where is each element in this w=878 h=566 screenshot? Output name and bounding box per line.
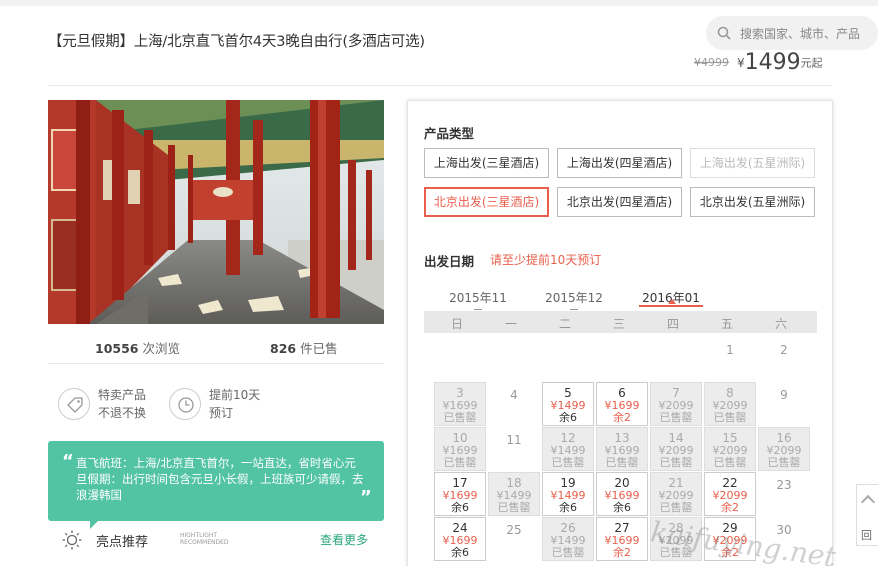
calendar-day-20[interactable]: 20 ¥1699 余6 bbox=[596, 472, 648, 516]
weekday-sun: 日 bbox=[450, 317, 463, 331]
active-month-underline bbox=[639, 305, 703, 307]
view-more-link[interactable]: 查看更多 bbox=[320, 531, 368, 548]
calendar-day-10: 10 ¥1699 已售罄 bbox=[434, 427, 486, 471]
search-box[interactable]: 搜索国家、城市、产品 bbox=[706, 16, 878, 50]
product-type-label: 产品类型 bbox=[424, 126, 475, 141]
calendar-day-21: 21 ¥2099 已售罄 bbox=[650, 472, 702, 516]
calendar-day-1: 1 bbox=[726, 343, 734, 357]
sold-count: 826 件已售 bbox=[270, 341, 338, 356]
calendar-day-16: 16 ¥2099 已售罄 bbox=[758, 427, 810, 471]
calendar-day-23: 23 bbox=[776, 478, 792, 492]
weekday-header: 日 一 二 三 四 五 六 bbox=[424, 311, 817, 333]
calendar-day-15: 15 ¥2099 已售罄 bbox=[704, 427, 756, 471]
option-bj-4star[interactable]: 北京出发(四星酒店) bbox=[557, 187, 682, 217]
price-block: ¥4999 ¥1499元起 bbox=[694, 50, 823, 75]
currency-symbol: ¥ bbox=[737, 55, 745, 70]
highlight-title: 亮点推荐 bbox=[96, 535, 149, 550]
calendar-day-7: 7 ¥2099 已售罄 bbox=[650, 382, 702, 426]
tab-month-2015-12[interactable]: 2015年12 bbox=[542, 289, 606, 310]
clock-icon bbox=[169, 388, 201, 420]
calendar-day-9: 9 bbox=[780, 388, 788, 402]
calendar-day-6[interactable]: 6 ¥1699 余2 bbox=[596, 382, 648, 426]
arrow-up-icon bbox=[860, 494, 876, 510]
current-price: 1499 bbox=[744, 50, 801, 75]
calendar-day-22[interactable]: 22 ¥2099 余2 bbox=[704, 472, 756, 516]
tab-month-2015-11[interactable]: 2015年11 bbox=[446, 289, 510, 310]
option-bj-3star[interactable]: 北京出发(三星酒店) bbox=[424, 187, 549, 217]
highlight-box: “ 直飞航班：上海/北京直飞首尔，一站直达，省时省心元旦假期：出行时间包含元旦小… bbox=[48, 441, 384, 521]
original-price: ¥4999 bbox=[694, 56, 729, 69]
search-placeholder: 搜索国家、城市、产品 bbox=[740, 27, 861, 41]
product-title: 【元旦假期】上海/北京直飞首尔4天3晚自由行(多酒店可选) bbox=[48, 34, 425, 50]
option-sh-3star[interactable]: 上海出发(三星酒店) bbox=[424, 148, 549, 178]
back-to-top-label: 回 bbox=[861, 529, 872, 542]
product-page: 【元旦假期】上海/北京直飞首尔4天3晚自由行(多酒店可选) 搜索国家、城市、产品… bbox=[0, 6, 878, 566]
weekday-tue: 二 bbox=[558, 317, 571, 331]
calendar-day-12: 12 ¥1499 已售罄 bbox=[542, 427, 594, 471]
calendar-day-17[interactable]: 17 ¥1699 余6 bbox=[434, 472, 486, 516]
option-sh-4star[interactable]: 上海出发(四星酒店) bbox=[557, 148, 682, 178]
lightbulb-icon bbox=[62, 530, 82, 550]
price-suffix: 元起 bbox=[800, 56, 823, 70]
palace-corridor-image bbox=[48, 100, 384, 324]
calendar-day-5[interactable]: 5 ¥1499 余6 bbox=[542, 382, 594, 426]
departure-date-label: 出发日期 bbox=[424, 254, 475, 269]
calendar-day-4: 4 bbox=[510, 388, 518, 402]
weekday-fri: 五 bbox=[720, 317, 733, 331]
back-to-top-button[interactable]: 回 bbox=[856, 484, 878, 546]
calendar-day-11: 11 bbox=[506, 433, 522, 447]
badge-text: 特卖产品 不退不换 bbox=[98, 388, 147, 420]
tag-icon bbox=[58, 388, 90, 420]
highlight-pointer bbox=[90, 521, 98, 529]
weekday-wed: 三 bbox=[612, 317, 625, 331]
booking-panel: 产品类型 上海出发(三星酒店) 上海出发(四星酒店) 上海出发(五星洲际) 北京… bbox=[407, 100, 833, 566]
booking-hint: 请至少提前10天预订 bbox=[490, 253, 602, 267]
highlight-text: 直飞航班：上海/北京直飞首尔，一站直达，省时省心元旦假期：出行时间包含元旦小长假… bbox=[76, 456, 364, 502]
weekday-thu: 四 bbox=[666, 317, 679, 331]
calendar-day-27[interactable]: 27 ¥1699 余2 bbox=[596, 517, 648, 561]
product-photo[interactable] bbox=[48, 100, 384, 324]
calendar-day-13: 13 ¥1699 已售罄 bbox=[596, 427, 648, 471]
close-quote-icon: ” bbox=[360, 487, 372, 508]
option-sh-5star: 上海出发(五星洲际) bbox=[690, 148, 815, 178]
calendar-day-18: 18 ¥1499 已售罄 bbox=[488, 472, 540, 516]
active-month-marker bbox=[668, 299, 676, 304]
badge-text: 提前10天 预订 bbox=[209, 388, 261, 420]
calendar-day-14: 14 ¥2099 已售罄 bbox=[650, 427, 702, 471]
weekday-mon: 一 bbox=[504, 317, 517, 331]
calendar-day-19[interactable]: 19 ¥1499 余6 bbox=[542, 472, 594, 516]
calendar-day-24[interactable]: 24 ¥1699 余6 bbox=[434, 517, 486, 561]
stats-row: 10556 次浏览 826 件已售 bbox=[48, 332, 384, 364]
weekday-sat: 六 bbox=[774, 317, 787, 331]
page-background: 【元旦假期】上海/北京直飞首尔4天3晚自由行(多酒店可选) 搜索国家、城市、产品… bbox=[0, 0, 878, 566]
calendar-day-2: 2 bbox=[780, 343, 788, 357]
open-quote-icon: “ bbox=[62, 451, 74, 472]
search-icon bbox=[717, 26, 731, 40]
calendar-day-8: 8 ¥2099 已售罄 bbox=[704, 382, 756, 426]
calendar-day-3: 3 ¥1699 已售罄 bbox=[434, 382, 486, 426]
header-divider bbox=[48, 85, 832, 86]
option-bj-5star[interactable]: 北京出发(五星洲际) bbox=[690, 187, 815, 217]
highlight-title-en: HIGHTLIGHT RECOMMENDED bbox=[180, 532, 229, 546]
calendar-day-25: 25 bbox=[506, 523, 522, 537]
calendar-day-26: 26 ¥1499 已售罄 bbox=[542, 517, 594, 561]
view-count: 10556 次浏览 bbox=[95, 341, 180, 356]
